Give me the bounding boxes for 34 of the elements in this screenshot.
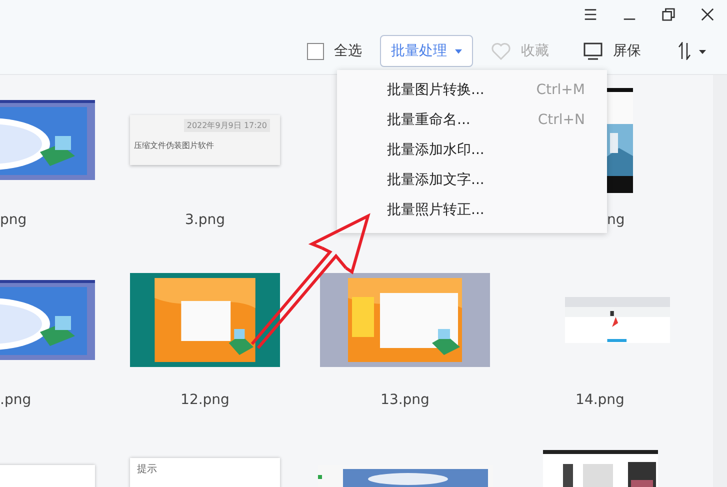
screensaver-label[interactable]: 屏保 xyxy=(613,42,641,60)
shortcut-label: Ctrl+N xyxy=(538,112,585,128)
note-date: 2022年9月9日 17:20 xyxy=(184,119,270,132)
menu-item-label: 批量照片转正... xyxy=(387,201,484,219)
file-name: 12.png xyxy=(180,392,230,408)
menu-item[interactable]: 批量添加文字... xyxy=(337,165,607,195)
maximize-icon[interactable] xyxy=(661,6,676,22)
menu-item[interactable]: 批量重命名... Ctrl+N xyxy=(337,105,607,135)
menu-item-label: 批量图片转换... xyxy=(387,81,484,99)
menu-item-label: 批量重命名... xyxy=(387,111,470,129)
note-thumbnail[interactable]: 2022年9月9日 17:20 压缩文件伪装图片软件 xyxy=(130,115,280,165)
file-name: ng xyxy=(607,212,625,228)
dialog-thumbnail[interactable]: 提示 xyxy=(130,458,280,487)
file-name: 14.png xyxy=(576,392,624,408)
file-name: 3.png xyxy=(184,212,225,228)
menu-icon[interactable] xyxy=(583,6,598,22)
menu-item[interactable]: 批量照片转正... xyxy=(337,195,607,225)
monitor-icon[interactable] xyxy=(583,42,603,60)
close-icon[interactable] xyxy=(700,6,715,22)
file-name: .png xyxy=(0,392,32,408)
caret-icon xyxy=(455,48,462,54)
file-name: 13.png xyxy=(380,392,430,408)
menu-item[interactable]: 批量添加水印... xyxy=(337,135,607,165)
dialog-title: 提示 xyxy=(137,463,158,476)
batch-button[interactable]: 批量处理 xyxy=(380,35,473,67)
sort-icon[interactable] xyxy=(677,42,707,60)
menu-item[interactable]: 批量图片转换... Ctrl+M xyxy=(337,75,607,105)
menu-item-label: 批量添加文字... xyxy=(387,171,484,189)
file-name: png xyxy=(0,212,27,228)
menu-item-label: 批量添加水印... xyxy=(387,141,484,159)
note-text: 压缩文件伪装图片软件 xyxy=(134,140,215,151)
shortcut-label: Ctrl+M xyxy=(536,82,585,98)
select-all-checkbox[interactable] xyxy=(307,42,324,60)
select-all-label[interactable]: 全选 xyxy=(334,42,362,60)
